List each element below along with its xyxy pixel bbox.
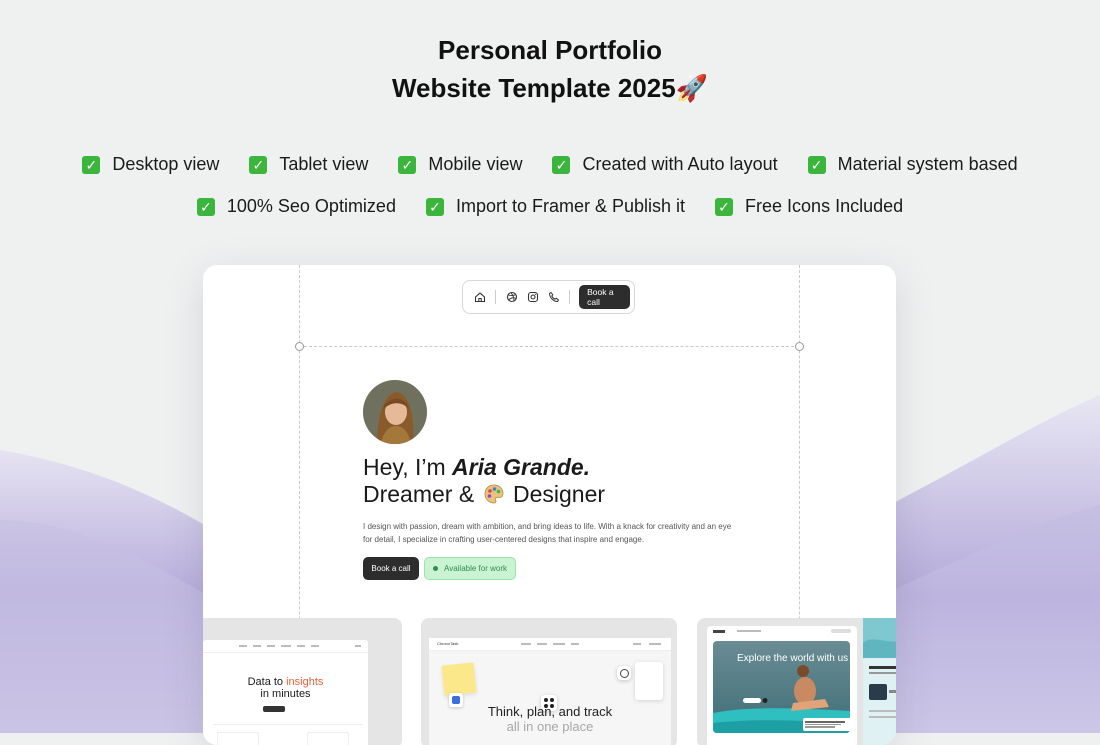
guide-handle (295, 342, 304, 351)
palette-icon (483, 483, 505, 511)
page-title-line1: Personal Portfolio (438, 35, 662, 65)
dribbble-icon[interactable] (504, 288, 519, 306)
hero-tagline: Dreamer & Designer (363, 481, 605, 511)
mini-divider (213, 724, 363, 725)
website-mockup: Book a call Hey, I’m Aria Grande. Dreame… (203, 265, 896, 745)
feature-item: ✓ 100% Seo Optimized (196, 196, 396, 217)
feature-item: ✓ Mobile view (398, 154, 522, 175)
mini-cta (263, 706, 285, 712)
checkmark-icon: ✓ (552, 155, 571, 174)
home-icon[interactable] (472, 288, 487, 306)
feature-item: ✓ Created with Auto layout (552, 154, 778, 175)
project-3-heading: Explore the world with us (737, 653, 849, 664)
instagram-icon[interactable] (525, 288, 540, 306)
project-card-2[interactable]: ChronoTask Think, plan, and track all in… (421, 618, 677, 745)
nav-divider (569, 290, 571, 304)
feature-item: ✓ Tablet view (249, 154, 368, 175)
project-1-heading: Data to insights in minutes (247, 676, 324, 700)
project-card-1[interactable]: Data to insights in minutes (203, 618, 402, 745)
layout-guide-top (299, 346, 799, 347)
avatar (363, 380, 427, 444)
phone-icon[interactable] (546, 288, 561, 306)
project-card-1-preview: Data to insights in minutes (203, 640, 368, 745)
checkmark-icon: ✓ (82, 155, 101, 174)
project-2-heading: Think, plan, and track all in one place (487, 704, 613, 734)
available-for-work-badge[interactable]: Available for work (424, 557, 516, 580)
top-nav: Book a call (462, 280, 635, 314)
checkmark-icon: ✓ (196, 197, 215, 216)
checkmark-icon: ✓ (398, 155, 417, 174)
features-row-2: ✓ 100% Seo Optimized ✓ Import to Framer & … (0, 196, 1100, 217)
project-card-2-preview: ChronoTask Think, plan, and track all in… (429, 638, 671, 745)
checkmark-icon: ✓ (807, 155, 826, 174)
mini-nav: ChronoTask (429, 638, 671, 651)
hero-bio: I design with passion, dream with ambiti… (363, 522, 732, 544)
mini-panel (217, 732, 259, 745)
sticky-note (441, 662, 477, 696)
page-title-line2: Website Template 2025🚀 (391, 73, 709, 103)
reminder-card (635, 662, 663, 700)
book-call-button[interactable]: Book a call (363, 557, 419, 580)
clock-icon (617, 666, 631, 680)
status-dot-icon (433, 566, 438, 571)
nav-divider (495, 290, 496, 304)
mini-panel (307, 732, 349, 745)
guide-handle (795, 342, 804, 351)
project-card-3-side-preview (863, 618, 896, 745)
project-card-3[interactable]: Explore the world with us (697, 618, 896, 745)
checkmark-icon: ✓ (425, 197, 444, 216)
feature-item: ✓ Desktop view (82, 154, 219, 175)
hero-greeting: Hey, I’m Aria Grande. (363, 454, 591, 480)
hero-name: Aria Grande. (452, 454, 591, 480)
checkmark-icon: ✓ (249, 155, 268, 174)
feature-item: ✓ Material system based (807, 154, 1018, 175)
feature-item: ✓ Import to Framer & Publish it (425, 196, 685, 217)
checkmark-icon: ✓ (715, 197, 734, 216)
photo-caption (803, 718, 855, 731)
project-card-3-preview: Explore the world with us (707, 626, 857, 745)
feature-item: ✓ Free Icons Included (715, 196, 903, 217)
features-row-1: ✓ Desktop view ✓ Tablet view ✓ Mobile view … (0, 154, 1100, 175)
book-call-nav-button[interactable]: Book a call (579, 285, 631, 309)
mini-nav (203, 640, 368, 653)
